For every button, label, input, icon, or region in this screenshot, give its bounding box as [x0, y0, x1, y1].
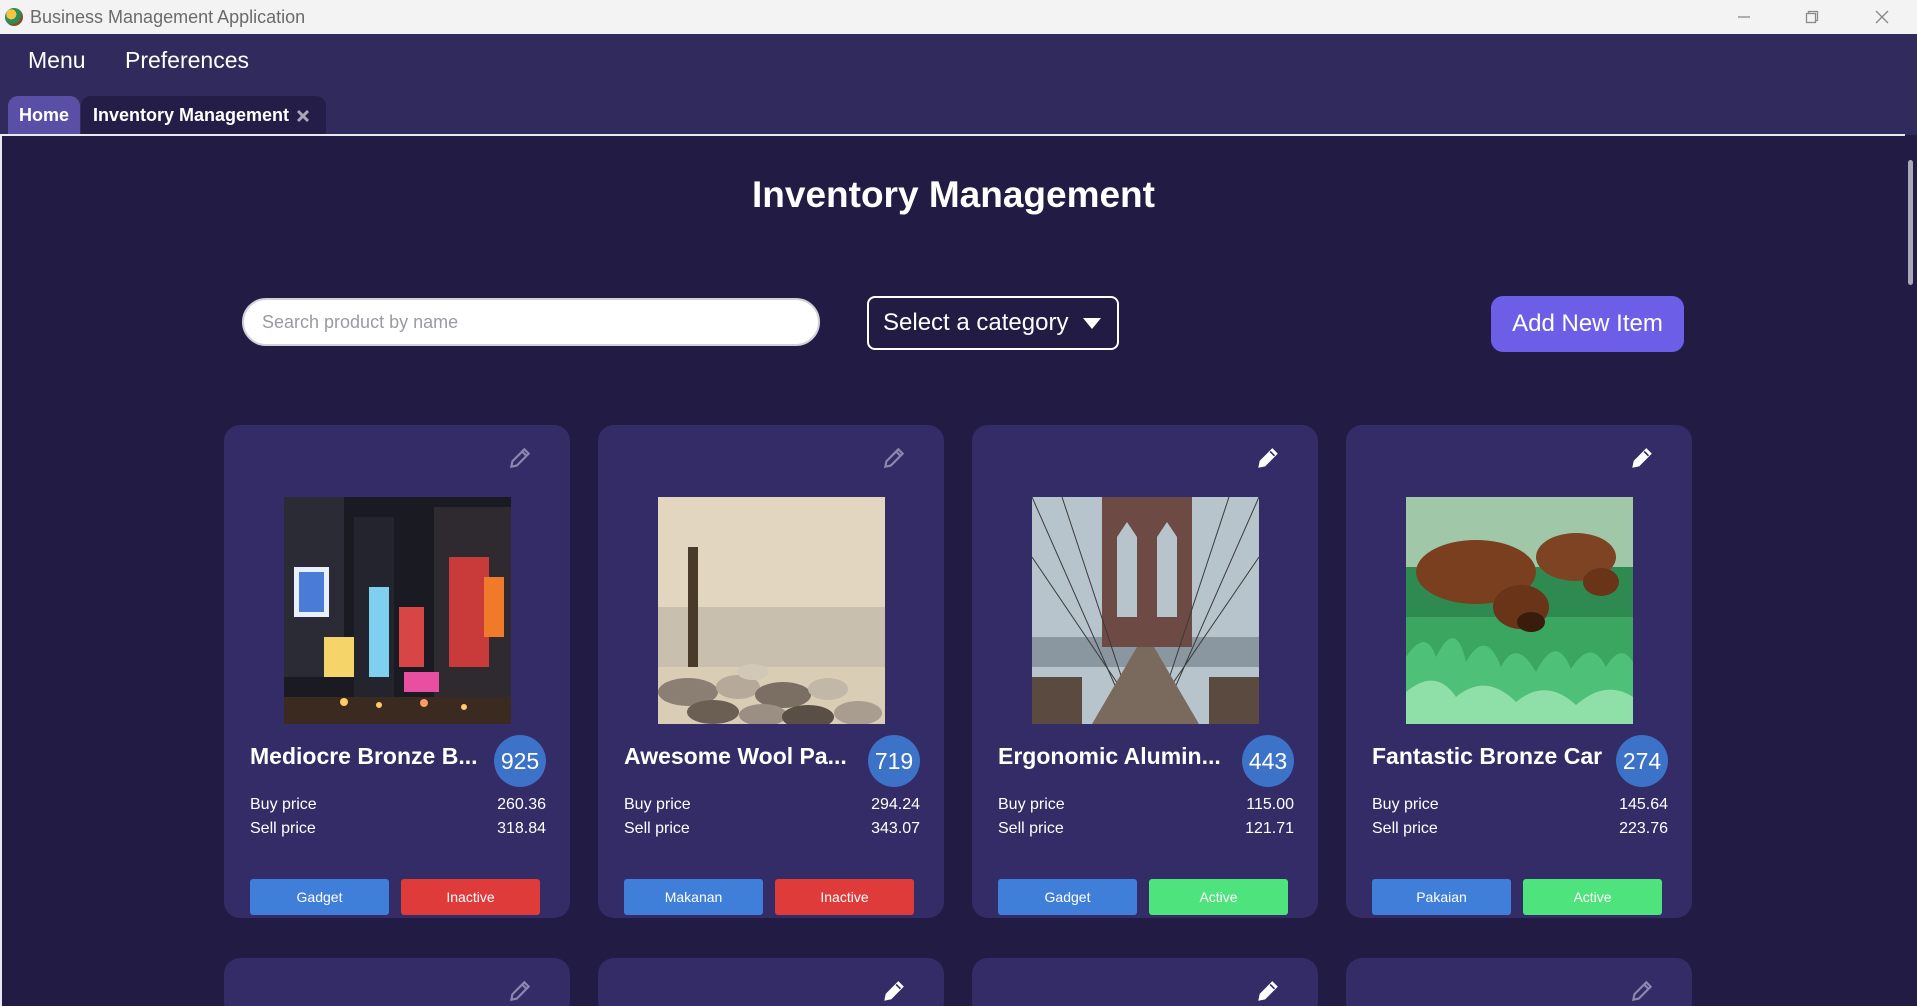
category-badge[interactable]: Gadget [250, 879, 389, 915]
category-badge[interactable]: Gadget [998, 879, 1137, 915]
sell-price-value: 121.71 [1245, 820, 1294, 837]
category-badge[interactable]: Makanan [624, 879, 763, 915]
tab-home-label: Home [18, 105, 69, 125]
main-content: Inventory Management Select a category A… [2, 136, 1905, 1006]
product-image [1406, 497, 1633, 724]
close-window-button[interactable] [1848, 0, 1916, 34]
tab-inventory-label: Inventory Management [93, 105, 290, 125]
buy-price-label: Buy price [624, 796, 691, 813]
quantity-badge: 443 [1242, 735, 1294, 787]
product-image [1032, 497, 1259, 724]
product-name: Mediocre Bronze B... [250, 743, 478, 769]
sell-price-value: 343.07 [871, 820, 920, 837]
product-name: Fantastic Bronze Car [1372, 743, 1603, 769]
edit-icon[interactable] [507, 445, 535, 473]
category-select-label: Select a category [883, 309, 1069, 336]
sell-price-row: Sell price 318.84 [250, 820, 546, 838]
buy-price-row: Buy price 260.36 [250, 796, 546, 814]
buy-price-value: 115.00 [1246, 796, 1294, 813]
sell-price-label: Sell price [998, 820, 1064, 837]
product-card [598, 958, 944, 1006]
quantity-badge: 719 [868, 735, 920, 787]
product-name: Ergonomic Alumin... [998, 743, 1221, 769]
status-badge[interactable]: Inactive [775, 879, 914, 915]
buy-price-value: 294.24 [871, 796, 920, 813]
sell-price-row: Sell price 223.76 [1372, 820, 1668, 838]
menu-item-preferences[interactable]: Preferences [125, 47, 249, 74]
product-card [1346, 958, 1692, 1006]
sell-price-value: 318.84 [497, 820, 546, 837]
status-badge[interactable]: Active [1149, 879, 1288, 915]
buy-price-label: Buy price [1372, 796, 1439, 813]
product-card: Fantastic Bronze Car 274 Buy price 145.6… [1346, 425, 1692, 918]
buy-price-label: Buy price [998, 796, 1065, 813]
edit-icon[interactable] [881, 445, 909, 473]
edit-icon[interactable] [1255, 978, 1283, 1006]
status-badge[interactable]: Inactive [401, 879, 540, 915]
buy-price-row: Buy price 294.24 [624, 796, 920, 814]
category-badge[interactable]: Pakaian [1372, 879, 1511, 915]
vertical-scrollbar[interactable] [1905, 136, 1917, 1006]
restore-icon [1805, 10, 1819, 24]
search-input[interactable] [242, 298, 820, 346]
quantity-badge: 274 [1616, 735, 1668, 787]
product-image [284, 497, 511, 724]
quantity-badge: 925 [494, 735, 546, 787]
sell-price-row: Sell price 343.07 [624, 820, 920, 838]
tab-close-icon[interactable] [295, 108, 311, 124]
window-titlebar: Business Management Application [0, 0, 1917, 34]
buy-price-value: 260.36 [497, 796, 546, 813]
add-new-item-button[interactable]: Add New Item [1491, 296, 1684, 352]
app-menubar: Menu Preferences Home Inventory Manageme… [0, 34, 1917, 135]
sell-price-label: Sell price [624, 820, 690, 837]
product-card: Ergonomic Alumin... 443 Buy price 115.00… [972, 425, 1318, 918]
sell-price-label: Sell price [250, 820, 316, 837]
minimize-button[interactable] [1710, 0, 1778, 34]
tab-home[interactable]: Home [8, 96, 80, 135]
sell-price-row: Sell price 121.71 [998, 820, 1294, 838]
sell-price-value: 223.76 [1619, 820, 1668, 837]
restore-button[interactable] [1778, 0, 1846, 34]
buy-price-row: Buy price 145.64 [1372, 796, 1668, 814]
product-card: Awesome Wool Pa... 719 Buy price 294.24 … [598, 425, 944, 918]
edit-icon[interactable] [507, 978, 535, 1006]
close-icon [1875, 10, 1889, 24]
buy-price-row: Buy price 115.00 [998, 796, 1294, 814]
status-badge[interactable]: Active [1523, 879, 1662, 915]
sell-price-label: Sell price [1372, 820, 1438, 837]
page-title: Inventory Management [752, 174, 1155, 215]
buy-price-label: Buy price [250, 796, 317, 813]
buy-price-value: 145.64 [1619, 796, 1668, 813]
edit-icon[interactable] [1629, 978, 1657, 1006]
edit-icon[interactable] [1255, 445, 1283, 473]
edit-icon[interactable] [881, 978, 909, 1006]
window-title: Business Management Application [30, 7, 306, 27]
edit-icon[interactable] [1629, 445, 1657, 473]
category-select[interactable]: Select a category [867, 296, 1119, 350]
product-card: Mediocre Bronze B... 925 Buy price 260.3… [224, 425, 570, 918]
tab-inventory-management[interactable]: Inventory Management [81, 96, 326, 135]
product-card [972, 958, 1318, 1006]
product-card [224, 958, 570, 1006]
scrollbar-thumb[interactable] [1908, 160, 1913, 285]
chevron-down-icon [1083, 318, 1101, 329]
product-image [658, 497, 885, 724]
minimize-icon [1738, 16, 1750, 18]
product-name: Awesome Wool Pa... [624, 743, 847, 769]
app-logo-icon [5, 8, 23, 26]
menu-item-menu[interactable]: Menu [28, 47, 86, 74]
